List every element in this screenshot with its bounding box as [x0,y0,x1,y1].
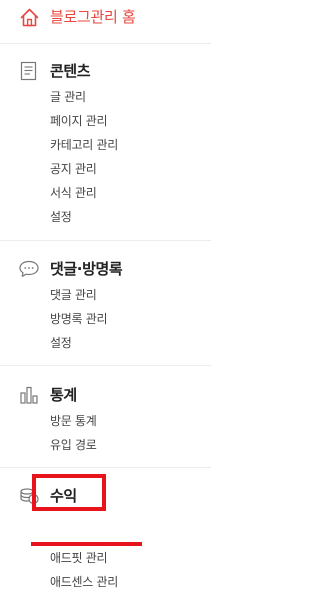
section-content-header[interactable]: 콘텐츠 [0,59,211,85]
menu-item-referrer-path[interactable]: 유입 경로 [50,436,97,454]
menu-item-comments-settings[interactable]: 설정 [50,334,72,352]
document-icon [18,61,40,81]
menu-item-adfit-manage[interactable]: 애드핏 관리 [50,549,108,567]
section-content-title: 콘텐츠 [50,62,91,80]
menu-item-adsense-manage[interactable]: 애드센스 관리 [50,573,118,591]
divider [0,240,211,241]
blog-admin-sidebar: 블로그관리 홈 콘텐츠 글 관리 페이지 관리 카테고리 관리 공지 관리 서식… [0,0,211,589]
home-icon [19,7,40,28]
speech-bubble-icon [18,259,40,279]
bar-chart-icon [18,385,40,405]
highlight-box-revenue [32,474,106,511]
highlight-underline-adfit [31,542,142,546]
menu-item-notice-manage[interactable]: 공지 관리 [50,160,97,178]
section-stats-title: 통계 [50,386,77,404]
section-comments-header[interactable]: 댓글·방명록 [0,257,211,283]
blog-admin-home-link[interactable]: 블로그관리 홈 [0,0,211,40]
menu-item-post-manage[interactable]: 글 관리 [50,88,86,106]
divider [0,43,211,44]
menu-item-category-manage[interactable]: 카테고리 관리 [50,136,118,154]
menu-item-page-manage[interactable]: 페이지 관리 [50,112,108,130]
menu-item-comment-manage[interactable]: 댓글 관리 [50,286,97,304]
menu-item-content-settings[interactable]: 설정 [50,208,72,226]
menu-item-template-manage[interactable]: 서식 관리 [50,184,97,202]
menu-item-visit-stats[interactable]: 방문 통계 [50,412,97,430]
section-stats-header[interactable]: 통계 [0,383,211,409]
section-comments-title: 댓글·방명록 [50,260,123,278]
divider [0,365,211,366]
home-label: 블로그관리 홈 [50,8,136,26]
divider [0,467,211,468]
menu-item-guestbook-manage[interactable]: 방명록 관리 [50,310,108,328]
